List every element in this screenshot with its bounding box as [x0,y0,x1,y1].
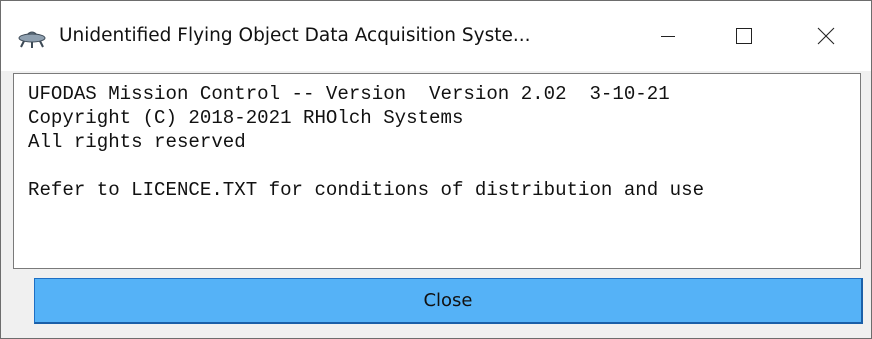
maximize-button[interactable] [709,1,779,71]
ufo-icon [17,27,47,49]
console-line: UFODAS Mission Control -- Version Versio… [28,83,670,105]
console-line: Refer to LICENCE.TXT for conditions of d… [28,179,705,201]
console-line: Copyright (C) 2018-2021 RHOlch Systems [28,107,464,129]
close-button[interactable]: Close [34,278,863,324]
console-line: All rights reserved [28,131,246,153]
close-icon [817,27,835,45]
title-bar[interactable]: Unidentified Flying Object Data Acquisit… [1,1,871,71]
maximize-icon [735,27,753,45]
console-output: UFODAS Mission Control -- Version Versio… [13,73,861,269]
minimize-button[interactable] [633,1,703,71]
about-dialog-window: Unidentified Flying Object Data Acquisit… [0,0,872,339]
minimize-icon [660,28,676,44]
window-title: Unidentified Flying Object Data Acquisit… [59,25,531,46]
window-close-button[interactable] [791,1,861,71]
